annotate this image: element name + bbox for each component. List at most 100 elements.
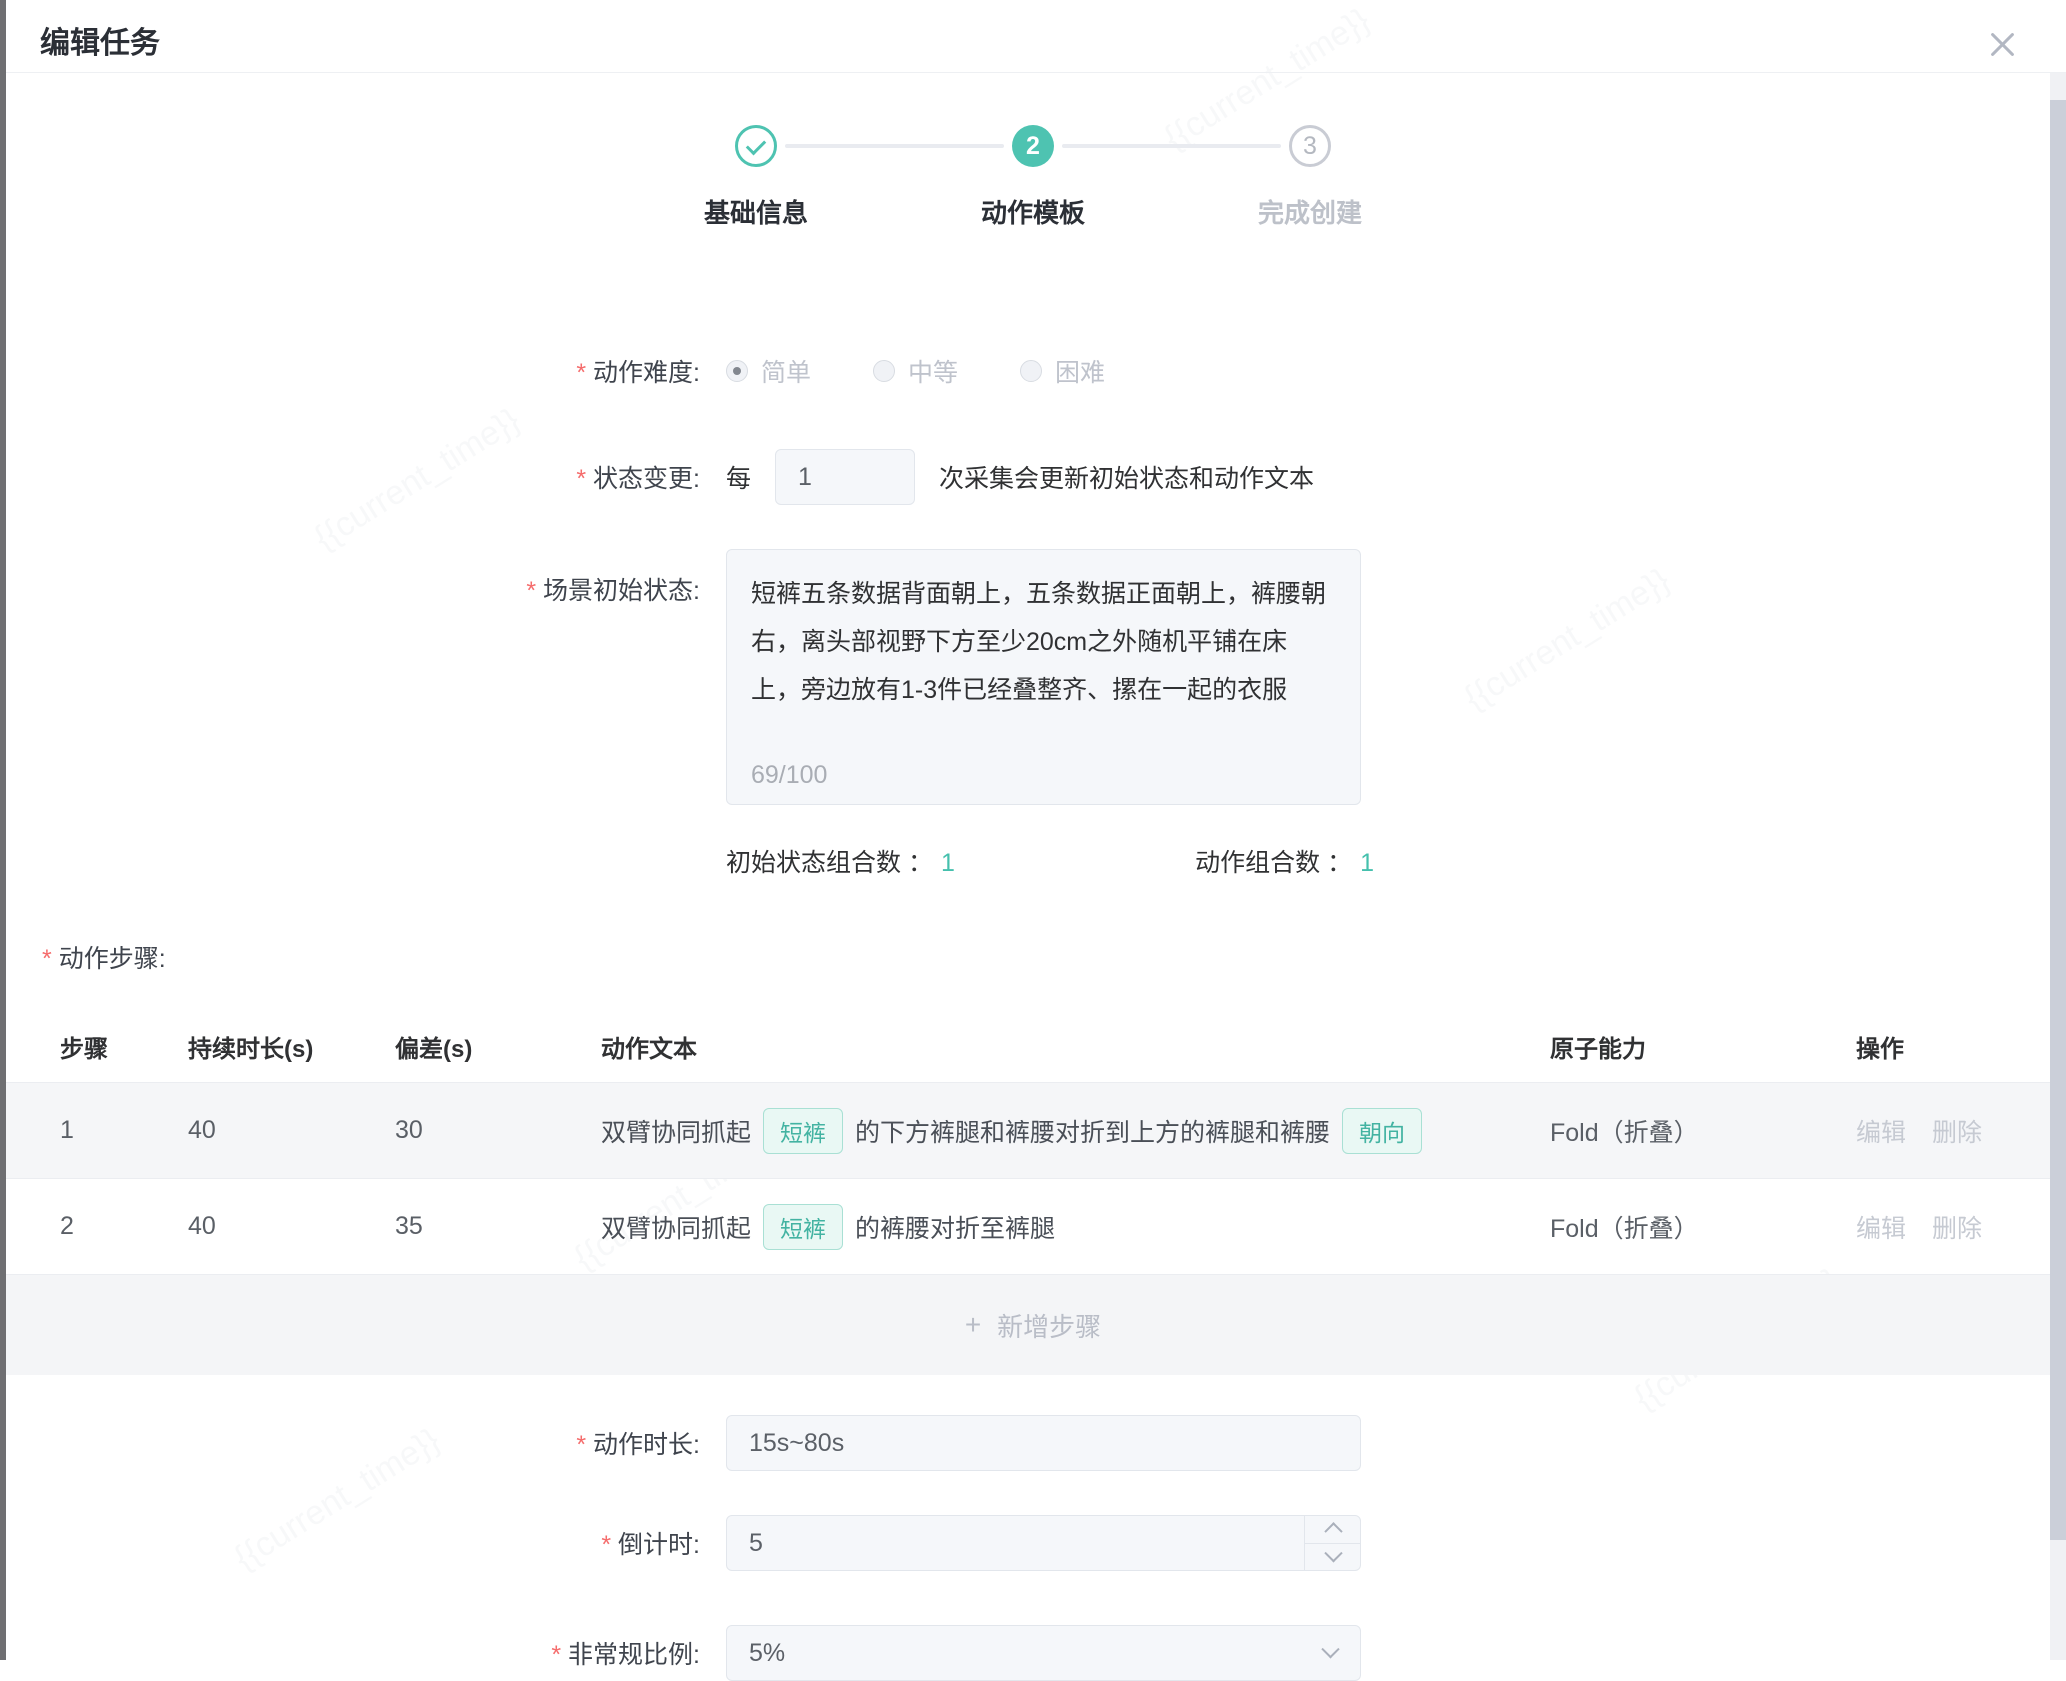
action-text-part: 的下方裤腿和裤腰对折到上方的裤腿和裤腰 xyxy=(855,1113,1330,1149)
radio-simple[interactable]: 简单 xyxy=(726,353,811,389)
object-tag: 短裤 xyxy=(763,1108,843,1154)
chevron-down-icon xyxy=(1324,1544,1342,1562)
unusual-ratio-row: *非常规比例: 5% xyxy=(0,1625,2066,1681)
state-change-control: 每 1 次采集会更新初始状态和动作文本 xyxy=(726,449,1314,505)
duration-input[interactable]: 15s~80s xyxy=(726,1415,1361,1471)
action-text-part: 双臂协同抓起 xyxy=(601,1113,751,1149)
step-pending-circle: 3 xyxy=(1289,125,1331,167)
required-asterisk: * xyxy=(551,1641,561,1669)
scrollbar-thumb[interactable] xyxy=(2050,100,2066,1540)
duration-label: *动作时长: xyxy=(0,1425,700,1461)
state-change-label: *状态变更: xyxy=(0,459,700,495)
action-text-part: 双臂协同抓起 xyxy=(601,1209,751,1245)
radio-circle-icon xyxy=(1020,360,1042,382)
radio-circle-icon xyxy=(726,360,748,382)
edit-task-dialog: {{current_time}} {{current_time}} {{curr… xyxy=(0,0,2066,1681)
initial-state-textarea[interactable]: 短裤五条数据背面朝上，五条数据正面朝上，裤腰朝右，离头部视野下方至少20cm之外… xyxy=(726,549,1361,805)
delete-link[interactable]: 删除 xyxy=(1932,1113,1982,1149)
required-asterisk: * xyxy=(576,359,586,387)
cell-operations: 编辑 删除 xyxy=(1856,1209,2066,1245)
stepper-connector xyxy=(1062,144,1281,148)
edit-link[interactable]: 编辑 xyxy=(1856,1113,1906,1149)
object-tag: 短裤 xyxy=(763,1204,843,1250)
action-steps-section-label: *动作步骤: xyxy=(42,939,2066,975)
required-asterisk: * xyxy=(576,1431,586,1459)
cell-step: 1 xyxy=(60,1116,188,1145)
plus-icon: + xyxy=(965,1309,981,1341)
cell-ability: Fold（折叠） xyxy=(1550,1209,1856,1245)
required-asterisk: * xyxy=(526,577,536,605)
radio-dot xyxy=(733,367,741,375)
col-header-text: 动作文本 xyxy=(601,1029,1550,1064)
modal-backdrop-edge xyxy=(0,0,6,1660)
step-action-template: 2 动作模板 xyxy=(1012,125,1054,167)
radio-label: 中等 xyxy=(908,353,958,389)
table-row: 1 40 30 双臂协同抓起 短裤 的下方裤腿和裤腰对折到上方的裤腿和裤腰 朝向… xyxy=(0,1083,2066,1179)
action-combo-value: 1 xyxy=(1360,849,1374,877)
combo-counts: 初始状态组合数 ： 1 动作组合数 ：1 xyxy=(726,843,1374,879)
step-active-circle: 2 xyxy=(1012,125,1054,167)
combo-counts-row: 初始状态组合数 ： 1 动作组合数 ：1 xyxy=(0,843,2066,879)
delete-link[interactable]: 删除 xyxy=(1932,1209,1982,1245)
state-change-prefix: 每 xyxy=(726,459,751,495)
required-asterisk: * xyxy=(576,465,586,493)
col-header-deviation: 偏差(s) xyxy=(395,1029,601,1064)
initial-combo-label: 初始状态组合数 ： xyxy=(726,849,933,877)
radio-hard[interactable]: 困难 xyxy=(1020,353,1105,389)
cell-deviation: 35 xyxy=(395,1212,601,1241)
required-asterisk: * xyxy=(601,1531,611,1559)
radio-label: 简单 xyxy=(761,353,811,389)
step-number: 3 xyxy=(1303,132,1317,161)
close-icon[interactable] xyxy=(1986,28,2020,62)
col-header-ability: 原子能力 xyxy=(1550,1029,1856,1064)
scrollbar-track[interactable] xyxy=(2050,73,2066,1660)
step-label: 完成创建 xyxy=(1258,193,1362,230)
difficulty-label: *动作难度: xyxy=(0,353,700,389)
step-number: 2 xyxy=(1026,132,1040,161)
col-header-operation: 操作 xyxy=(1856,1029,2066,1064)
step-basic-info: 基础信息 xyxy=(735,125,777,167)
chevron-up-icon xyxy=(1324,1522,1342,1540)
unusual-ratio-select[interactable]: 5% xyxy=(726,1625,1361,1681)
radio-medium[interactable]: 中等 xyxy=(873,353,958,389)
initial-state-label: *场景初始状态: xyxy=(0,549,700,607)
countdown-input[interactable]: 5 xyxy=(726,1515,1361,1571)
required-asterisk: * xyxy=(42,945,52,973)
table-row: 2 40 35 双臂协同抓起 短裤 的裤腰对折至裤腿 Fold（折叠） 编辑 删… xyxy=(0,1179,2066,1275)
difficulty-radio-group: 简单 中等 困难 xyxy=(726,353,1167,389)
spinner-decrease-button[interactable] xyxy=(1305,1544,1361,1572)
spinner-increase-button[interactable] xyxy=(1305,1515,1361,1544)
dialog-title: 编辑任务 xyxy=(40,18,160,62)
cell-duration: 40 xyxy=(188,1212,395,1241)
cell-duration: 40 xyxy=(188,1116,395,1145)
initial-state-row: *场景初始状态: 短裤五条数据背面朝上，五条数据正面朝上，裤腰朝右，离头部视野下… xyxy=(0,549,2066,805)
number-spinner xyxy=(1304,1515,1361,1571)
col-header-duration: 持续时长(s) xyxy=(188,1029,395,1064)
edit-link[interactable]: 编辑 xyxy=(1856,1209,1906,1245)
state-change-input[interactable]: 1 xyxy=(775,449,915,505)
step-label: 动作模板 xyxy=(981,193,1085,230)
difficulty-row: *动作难度: 简单 中等 困难 xyxy=(0,353,2066,389)
add-step-label: 新增步骤 xyxy=(997,1307,1101,1344)
state-change-row: *状态变更: 每 1 次采集会更新初始状态和动作文本 xyxy=(0,449,2066,505)
duration-row: *动作时长: 15s~80s xyxy=(0,1415,2066,1471)
action-combo-count: 动作组合数 ：1 xyxy=(1195,843,1374,879)
add-step-button[interactable]: + 新增步骤 xyxy=(0,1275,2066,1375)
cell-action-text: 双臂协同抓起 短裤 的下方裤腿和裤腰对折到上方的裤腿和裤腰 朝向 xyxy=(601,1108,1550,1154)
action-steps-table: 步骤 持续时长(s) 偏差(s) 动作文本 原子能力 操作 1 40 30 双臂… xyxy=(0,1011,2066,1375)
cell-ability: Fold（折叠） xyxy=(1550,1113,1856,1149)
countdown-label: *倒计时: xyxy=(0,1525,700,1561)
cell-operations: 编辑 删除 xyxy=(1856,1113,2066,1149)
unusual-ratio-label: *非常规比例: xyxy=(0,1635,700,1671)
col-header-step: 步骤 xyxy=(60,1029,188,1064)
cell-step: 2 xyxy=(60,1212,188,1241)
char-counter: 69/100 xyxy=(751,761,827,790)
stepper-connector xyxy=(785,144,1004,148)
initial-state-control: 短裤五条数据背面朝上，五条数据正面朝上，裤腰朝右，离头部视野下方至少20cm之外… xyxy=(726,549,1361,805)
stepper: 基础信息 2 动作模板 3 完成创建 xyxy=(735,125,1331,241)
orientation-tag: 朝向 xyxy=(1342,1108,1422,1154)
step-finish-create: 3 完成创建 xyxy=(1289,125,1331,167)
step-label: 基础信息 xyxy=(704,193,808,230)
radio-circle-icon xyxy=(873,360,895,382)
step-done-circle xyxy=(735,125,777,167)
